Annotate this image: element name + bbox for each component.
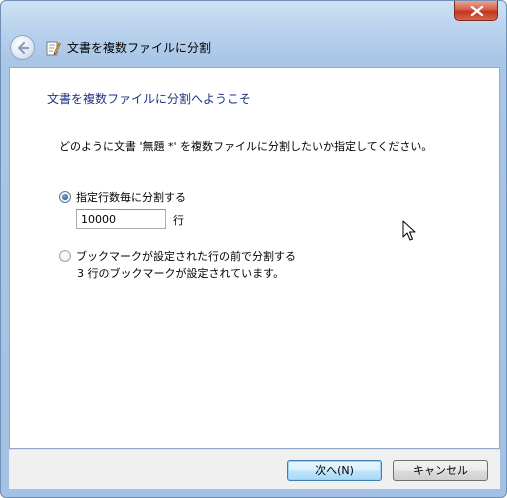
lines-unit-label: 行: [173, 214, 184, 227]
radio-button-unchecked[interactable]: [59, 250, 71, 262]
radio-split-by-lines[interactable]: 指定行数毎に分割する: [59, 189, 186, 205]
back-button[interactable]: [10, 35, 35, 60]
close-icon: [470, 6, 484, 16]
bookmark-count-note: 3 行のブックマークが設定されています。: [77, 267, 285, 280]
wizard-footer: 次へ(N) キャンセル: [9, 449, 500, 489]
radio-button-checked[interactable]: [59, 191, 71, 203]
close-button[interactable]: [454, 1, 498, 21]
wizard-description: どのように文書 '無題 *' を複数ファイルに分割したいか指定してください。: [59, 140, 433, 153]
wizard-heading: 文書を複数ファイルに分割へようこそ: [47, 92, 252, 106]
document-pen-icon: [46, 41, 61, 56]
back-arrow-icon: [17, 41, 30, 55]
next-button[interactable]: 次へ(N): [287, 460, 382, 481]
wizard-content: 文書を複数ファイルに分割へようこそ どのように文書 '無題 *' を複数ファイル…: [9, 67, 500, 449]
wizard-window: 文書を複数ファイルに分割 文書を複数ファイルに分割へようこそ どのように文書 '…: [0, 0, 507, 498]
window-title: 文書を複数ファイルに分割: [67, 41, 212, 55]
lines-count-input[interactable]: [76, 209, 166, 229]
radio-label-by-bookmark: ブックマークが設定された行の前で分割する: [76, 250, 296, 263]
cancel-button[interactable]: キャンセル: [393, 460, 488, 481]
wizard-header: 文書を複数ファイルに分割: [1, 27, 506, 67]
radio-label-by-lines: 指定行数毎に分割する: [76, 191, 186, 204]
mouse-pointer-icon: [402, 220, 416, 241]
radio-split-by-bookmark[interactable]: ブックマークが設定された行の前で分割する: [59, 248, 296, 264]
